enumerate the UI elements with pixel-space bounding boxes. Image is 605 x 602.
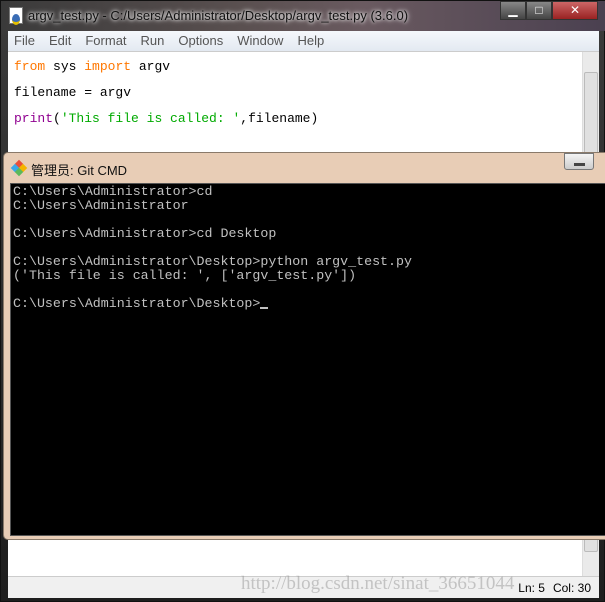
line-number: Ln: 5	[518, 581, 545, 595]
menu-options[interactable]: Options	[178, 31, 223, 51]
keyword: from	[14, 59, 46, 74]
console-prompt: C:\Users\Administrator\Desktop>	[13, 296, 261, 311]
text-cursor	[260, 307, 269, 309]
code-line-1: from sys import argv	[14, 54, 318, 80]
maximize-button[interactable]: □	[526, 1, 552, 20]
code-text: (	[53, 111, 61, 126]
column-number: Col: 30	[552, 581, 591, 595]
code-text: argv	[131, 59, 171, 74]
code-line-5: print('This file is called: ',filename)	[14, 106, 318, 132]
git-minimize-button[interactable]	[564, 153, 594, 170]
console-prompt-line: C:\Users\Administrator\Desktop>	[13, 297, 605, 311]
menu-window[interactable]: Window	[237, 31, 283, 51]
menu-help[interactable]: Help	[297, 31, 324, 51]
watermark: http://blog.csdn.net/sinat_36651044	[241, 573, 515, 594]
menu-file[interactable]: File	[14, 31, 35, 51]
python-file-icon	[9, 7, 23, 25]
string-literal: 'This file is called: '	[60, 111, 241, 126]
code-text: from sys import argv filename = argv print…	[14, 54, 318, 132]
menu-edit[interactable]: Edit	[49, 31, 71, 51]
minimize-button[interactable]: ▁	[500, 1, 526, 20]
console-line: C:\Users\Administrator>cd	[13, 184, 213, 199]
code-text: sys	[45, 59, 85, 74]
menu-run[interactable]: Run	[141, 31, 165, 51]
git-icon	[10, 159, 28, 177]
title-bar[interactable]: argv_test.py - C:/Users/Administrator/De…	[1, 1, 605, 31]
console-line: C:\Users\Administrator\Desktop>python ar…	[13, 254, 412, 269]
git-title-bar[interactable]: 管理员: Git CMD	[4, 153, 605, 183]
console-line: C:\Users\Administrator>cd Desktop	[13, 226, 277, 241]
menu-format[interactable]: Format	[85, 31, 126, 51]
keyword: import	[84, 59, 132, 74]
console-line: C:\Users\Administrator	[13, 198, 189, 213]
code-text: ,filename)	[240, 111, 319, 126]
builtin: print	[14, 111, 54, 126]
code-line-3: filename = argv	[14, 85, 132, 100]
window-title: argv_test.py - C:/Users/Administrator/De…	[28, 8, 409, 23]
console-line: ('This file is called: ', ['argv_test.py…	[13, 268, 357, 283]
git-cmd-window: 管理员: Git CMD C:\Users\Administrator>cd C…	[3, 152, 605, 540]
git-window-title: 管理员: Git CMD	[31, 163, 128, 178]
console-output[interactable]: C:\Users\Administrator>cd C:\Users\Admin…	[10, 183, 605, 536]
close-button[interactable]: ✕	[552, 1, 598, 20]
menu-bar: File Edit Format Run Options Window Help	[8, 31, 599, 51]
